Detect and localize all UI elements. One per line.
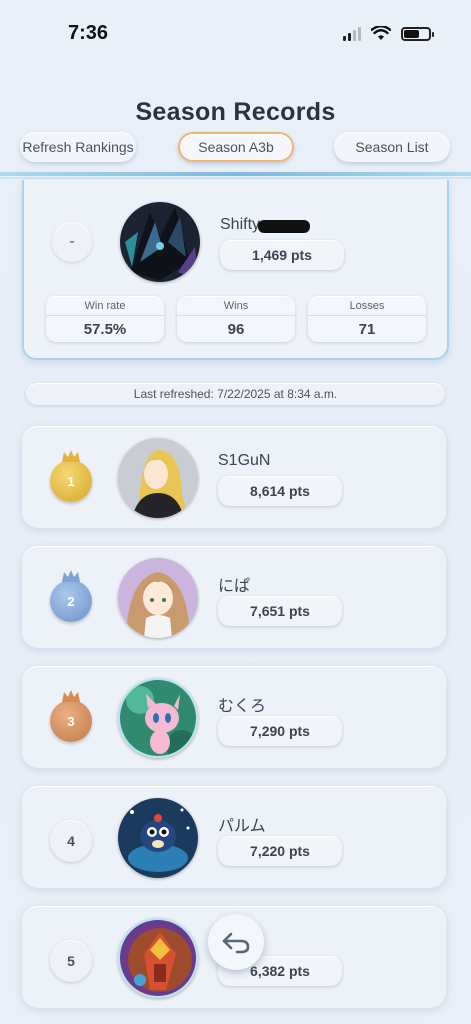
losses-value: 71 bbox=[358, 321, 376, 338]
gold-medal-icon: 1 bbox=[50, 450, 92, 502]
player-points: 7,220 pts bbox=[218, 836, 342, 866]
return-arrow-icon bbox=[222, 932, 250, 954]
my-avatar[interactable] bbox=[120, 202, 200, 282]
player-avatar[interactable] bbox=[118, 798, 198, 878]
tab-row: Refresh Rankings Season A3b Season List bbox=[0, 132, 471, 164]
win-rate-stat: Win rate 57.5% bbox=[46, 296, 164, 342]
player-avatar[interactable] bbox=[118, 678, 198, 758]
rank-number: 2 bbox=[67, 593, 75, 609]
player-name: にぱ bbox=[218, 578, 251, 595]
status-icons bbox=[343, 26, 434, 41]
ranking-row[interactable]: 3 むくろ 7,290 pts bbox=[22, 666, 446, 768]
page-title: Season Records bbox=[135, 98, 336, 126]
silver-medal-icon: 2 bbox=[50, 570, 92, 622]
tab-season-current[interactable]: Season A3b bbox=[178, 132, 294, 162]
my-player-name: Shifty bbox=[220, 216, 261, 233]
redacted-name-mark bbox=[258, 220, 310, 233]
win-rate-value: 57.5% bbox=[83, 321, 127, 338]
losses-stat: Losses 71 bbox=[308, 296, 426, 342]
ranking-row[interactable]: 1 S1GuN 8,614 pts bbox=[22, 426, 446, 528]
crown-icon bbox=[62, 690, 80, 702]
player-name: パルム bbox=[218, 818, 266, 835]
rank-number: 1 bbox=[67, 473, 75, 489]
battery-icon bbox=[401, 26, 434, 41]
status-time: 7:36 bbox=[68, 22, 109, 44]
wins-label: Wins bbox=[177, 300, 295, 316]
rank-number: 4 bbox=[50, 820, 92, 862]
player-name: むくろ bbox=[218, 698, 267, 715]
my-points: 1,469 pts bbox=[220, 240, 344, 270]
my-record-card: - Shifty 1,469 pts Win rate 57.5% Wins 9… bbox=[22, 180, 449, 360]
return-button[interactable] bbox=[208, 914, 264, 970]
player-avatar[interactable] bbox=[118, 918, 198, 998]
rank-number: 5 bbox=[50, 940, 92, 982]
wins-value: 96 bbox=[227, 321, 245, 338]
header-divider bbox=[0, 172, 471, 176]
ranking-row[interactable]: 2 にぱ 7,651 pts bbox=[22, 546, 446, 648]
season-list-button[interactable]: Season List bbox=[334, 132, 450, 162]
player-points: 8,614 pts bbox=[218, 476, 342, 506]
player-avatar[interactable] bbox=[118, 558, 198, 638]
player-points: 7,290 pts bbox=[218, 716, 342, 746]
header-divider-shadow bbox=[0, 177, 471, 179]
my-rank-badge: - bbox=[52, 222, 92, 262]
bronze-medal-icon: 3 bbox=[50, 690, 92, 742]
win-rate-label: Win rate bbox=[46, 300, 164, 316]
player-name: S1GuN bbox=[218, 452, 271, 469]
ranking-row[interactable]: 4 パルム 7,220 pts bbox=[22, 786, 446, 888]
cellular-signal-icon bbox=[343, 26, 361, 41]
wins-stat: Wins 96 bbox=[177, 296, 295, 342]
crown-icon bbox=[62, 570, 80, 582]
crown-icon bbox=[62, 450, 80, 462]
player-points: 7,651 pts bbox=[218, 596, 342, 626]
status-bar: 7:36 bbox=[0, 0, 471, 70]
rank-number: 3 bbox=[67, 713, 75, 729]
player-avatar[interactable] bbox=[118, 438, 198, 518]
last-refreshed-bar: Last refreshed: 7/22/2025 at 8:34 a.m. bbox=[26, 383, 445, 405]
refresh-rankings-button[interactable]: Refresh Rankings bbox=[20, 132, 136, 162]
losses-label: Losses bbox=[308, 300, 426, 316]
wifi-icon bbox=[371, 26, 391, 40]
